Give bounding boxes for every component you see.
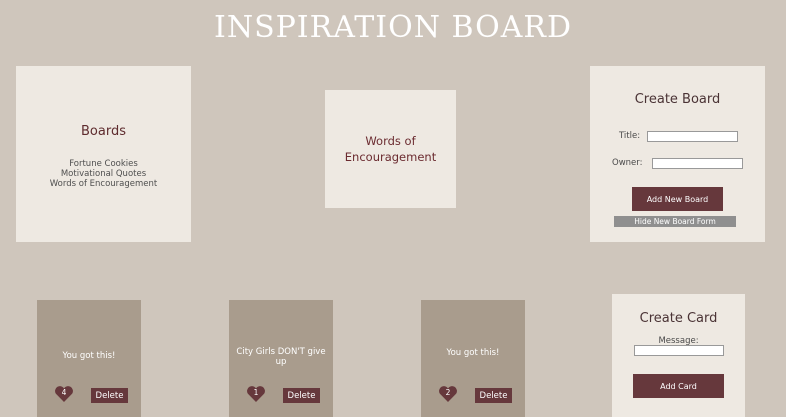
create-board-heading: Create Board	[634, 92, 721, 107]
boards-panel: Boards Fortune Cookies Motivational Quot…	[16, 66, 191, 242]
create-card-panel: Create Card Message: Add Card	[612, 294, 745, 417]
board-link-fortune-cookies[interactable]: Fortune Cookies	[16, 159, 191, 169]
board-owner-label: Owner:	[612, 158, 643, 168]
board-link-words-of-encouragement[interactable]: Words of Encouragement	[16, 179, 191, 189]
selected-board-panel: Words of Encouragement	[325, 90, 456, 208]
add-card-button[interactable]: Add Card	[633, 374, 724, 398]
like-count: 1	[253, 388, 259, 397]
like-count: 2	[445, 388, 451, 397]
delete-card-button[interactable]: Delete	[475, 388, 512, 403]
delete-card-button[interactable]: Delete	[91, 388, 128, 403]
page-title: INSPIRATION BOARD	[213, 10, 573, 45]
create-board-panel: Create Board Title: Owner: Add New Board…	[590, 66, 765, 242]
like-button[interactable]: 2	[438, 385, 458, 403]
board-title-input[interactable]	[647, 131, 738, 142]
delete-card-button[interactable]: Delete	[283, 388, 320, 403]
board-link-motivational-quotes[interactable]: Motivational Quotes	[16, 169, 191, 179]
boards-list: Fortune Cookies Motivational Quotes Word…	[16, 159, 191, 189]
card-message: City Girls DON'T give up	[236, 347, 326, 367]
card: You got this! 4 Delete	[37, 300, 141, 417]
create-card-heading: Create Card	[639, 311, 718, 326]
board-owner-input[interactable]	[652, 158, 743, 169]
like-button[interactable]: 1	[246, 385, 266, 403]
add-new-board-button[interactable]: Add New Board	[632, 187, 723, 211]
card: City Girls DON'T give up 1 Delete	[229, 300, 333, 417]
board-title-label: Title:	[619, 131, 641, 141]
boards-heading: Boards	[81, 124, 126, 139]
card-message: You got this!	[446, 348, 500, 358]
card-message-input[interactable]	[634, 345, 724, 356]
like-button[interactable]: 4	[54, 385, 74, 403]
card-message: You got this!	[62, 351, 116, 361]
selected-board-title: Words of Encouragement	[344, 134, 437, 164]
hide-new-board-form-button[interactable]: Hide New Board Form	[614, 216, 736, 227]
card: You got this! 2 Delete	[421, 300, 525, 417]
like-count: 4	[61, 388, 67, 397]
